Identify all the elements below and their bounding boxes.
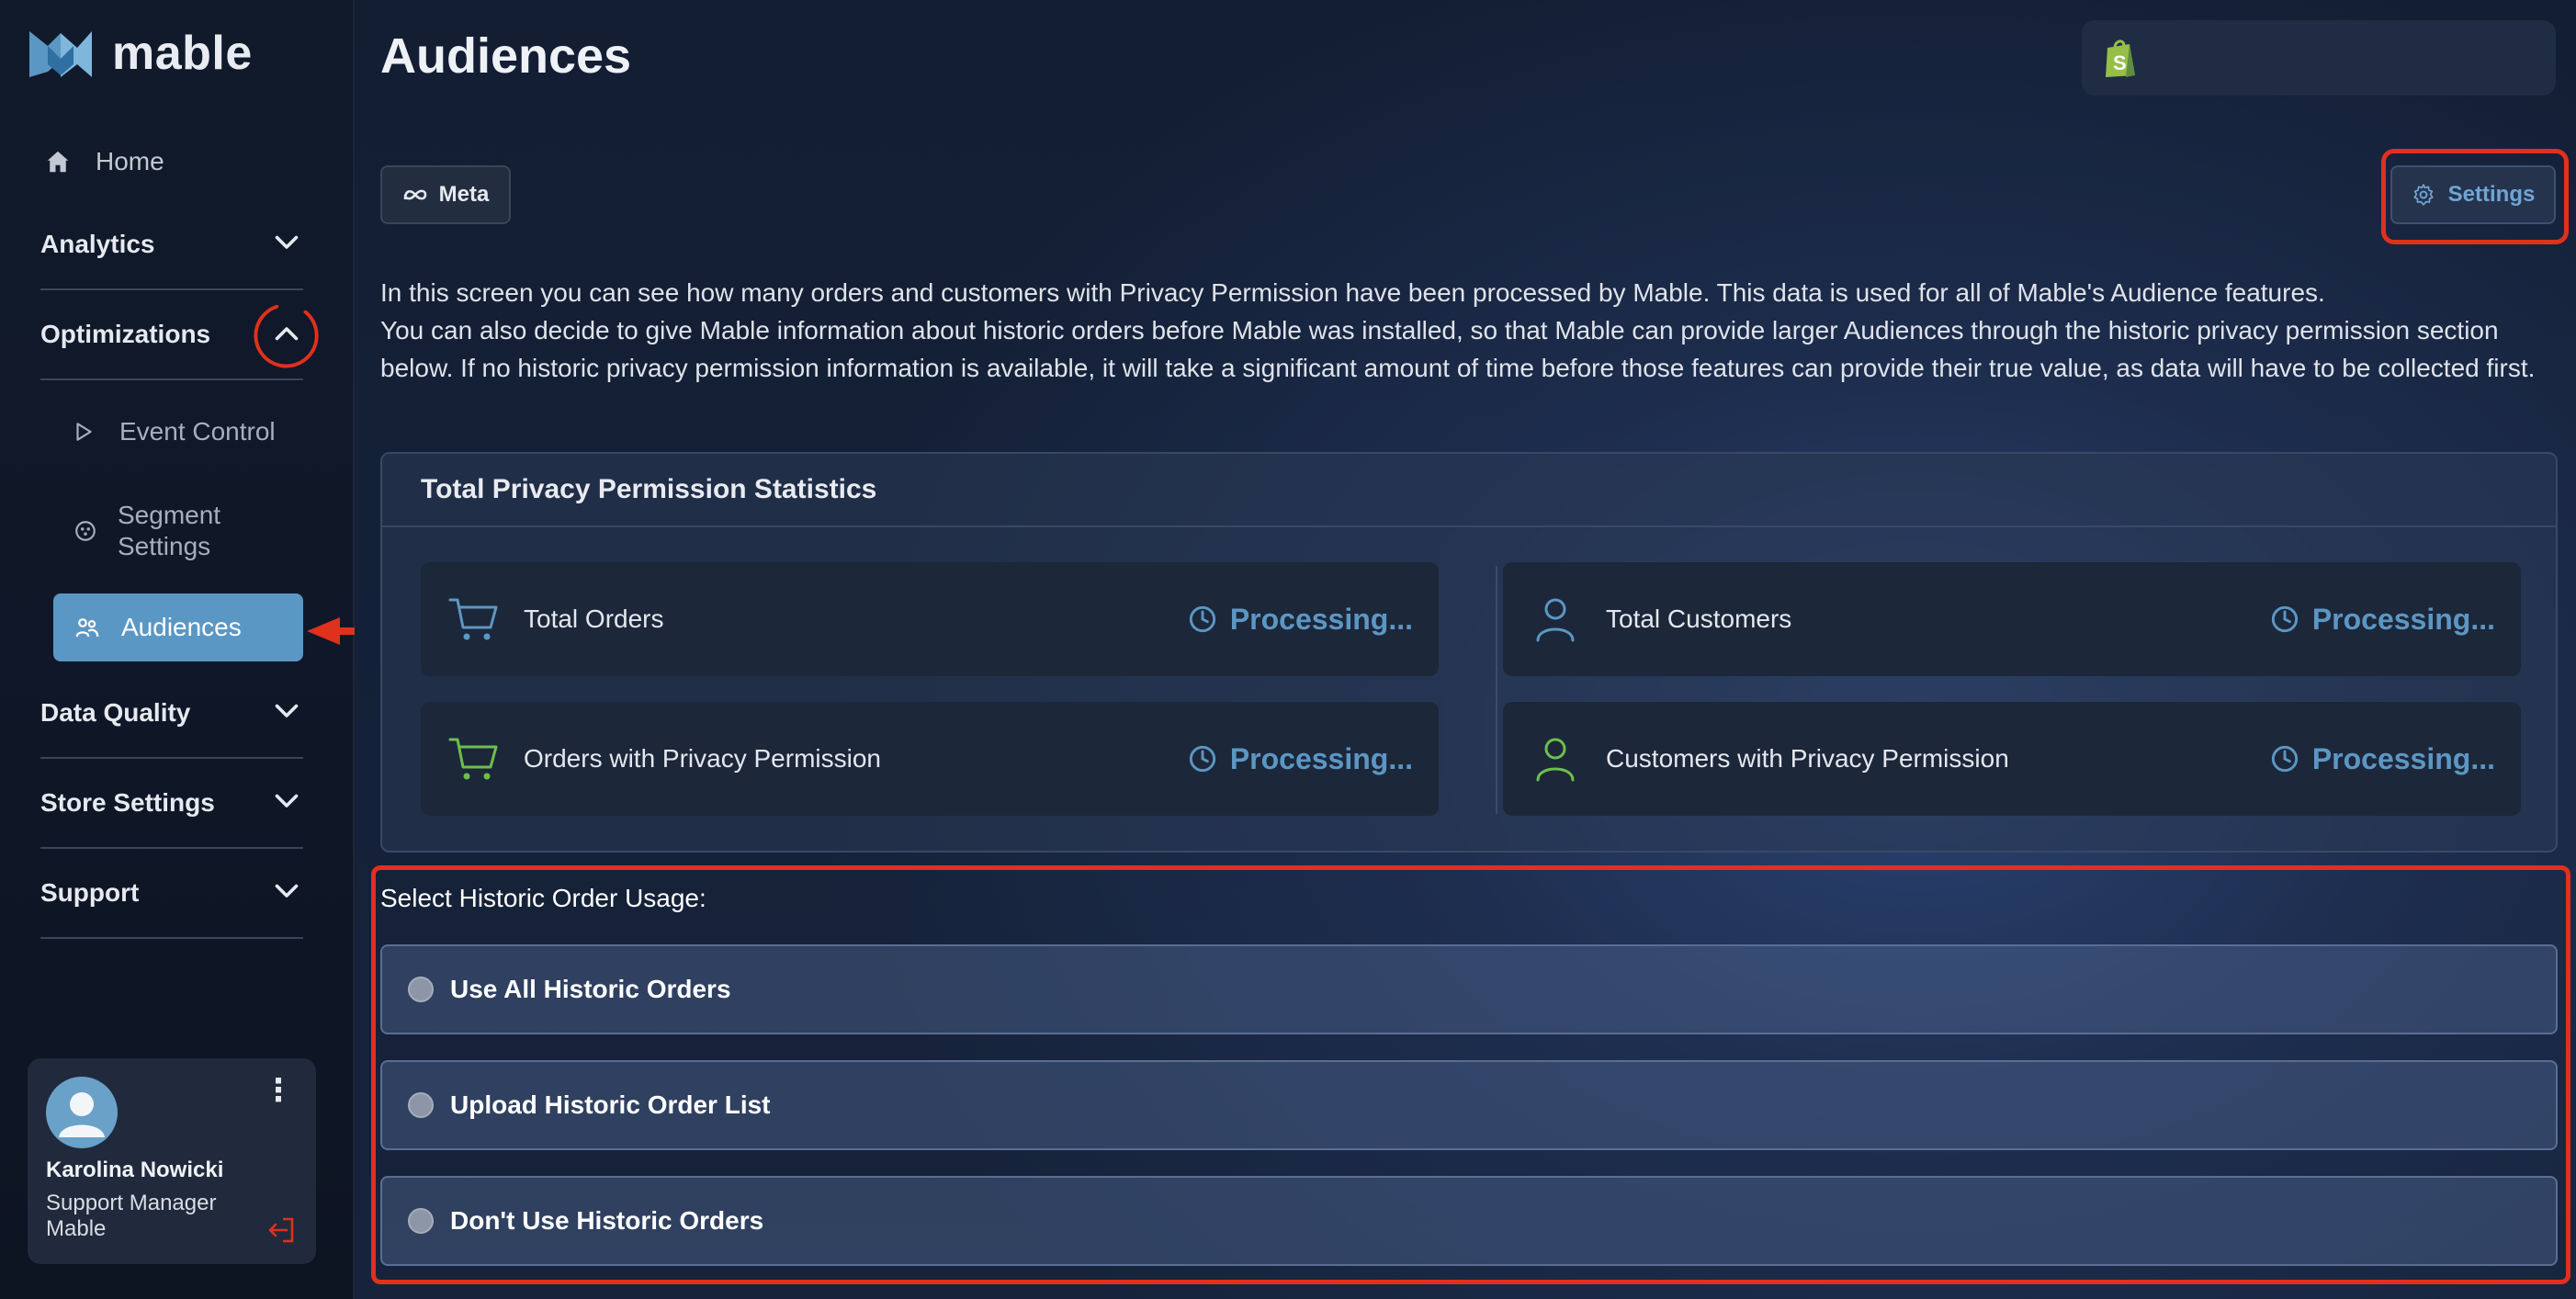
avatar[interactable]	[46, 1077, 118, 1148]
sidebar-section-analytics[interactable]: Analytics	[40, 200, 303, 290]
processing-status-label: Processing...	[2311, 602, 2495, 636]
stat-label: Orders with Privacy Permission	[524, 744, 881, 773]
sidebar-item-home[interactable]: Home	[44, 147, 164, 176]
cart-icon	[448, 738, 498, 780]
clock-icon	[1189, 745, 1215, 773]
mable-logo-icon	[29, 31, 92, 77]
chevron-down-icon	[270, 874, 303, 913]
page-title: Audiences	[380, 28, 632, 84]
sidebar-item-label: Home	[96, 147, 164, 175]
stats-panel-title: Total Privacy Permission Statistics	[382, 454, 2556, 527]
shopify-icon: S	[2106, 40, 2135, 77]
logo[interactable]: mable	[26, 26, 253, 81]
gear-icon	[2413, 184, 2434, 206]
sidebar-item-label: Segment Settings	[118, 501, 221, 560]
user-name: Karolina Nowicki	[46, 1158, 224, 1182]
chevron-up-icon[interactable]	[254, 304, 319, 368]
avatar-user-icon	[59, 1092, 105, 1137]
stat-label: Customers with Privacy Permission	[1606, 744, 2009, 773]
stat-label: Total Orders	[524, 604, 664, 633]
processing-status: Processing...	[1188, 603, 1413, 637]
settings-button-label: Settings	[2447, 182, 2536, 207]
radio-upload-historic-order-list[interactable]: Upload Historic Order List	[380, 1060, 2558, 1150]
sidebar-item-label: Audiences	[121, 613, 242, 641]
user-role-title: Support Manager	[46, 1191, 217, 1215]
stat-card-total-orders: Total Orders Processing...	[421, 562, 1439, 676]
chevron-down-icon	[270, 784, 303, 823]
processing-status: Processing...	[2270, 603, 2495, 637]
sidebar-item-event-control[interactable]: Event Control	[72, 417, 276, 446]
radio-label: Use All Historic Orders	[450, 975, 731, 1003]
more-options-icon[interactable]: ⋮	[263, 1075, 294, 1106]
logo-text: mable	[112, 27, 253, 80]
user-card: ⋮ Karolina Nowicki Support Manager Mable	[28, 1058, 316, 1264]
user-company: Mable	[46, 1216, 107, 1241]
processing-status: Processing...	[1188, 742, 1413, 776]
audiences-icon	[75, 618, 99, 638]
clock-icon	[2271, 745, 2298, 773]
svg-text:S: S	[2113, 51, 2127, 74]
main-content: Audiences S Meta Settings In this screen…	[355, 0, 2576, 1299]
usage-title: Select Historic Order Usage:	[380, 884, 706, 912]
intro-line-1: In this screen you can see how many orde…	[380, 278, 2325, 307]
user-icon	[1536, 738, 1575, 782]
stats-panel: Total Privacy Permission Statistics Tota…	[380, 452, 2558, 853]
processing-status: Processing...	[2270, 742, 2495, 776]
radio-button[interactable]	[408, 1092, 434, 1118]
meta-button[interactable]: Meta	[380, 165, 511, 224]
meta-icon	[403, 189, 426, 200]
radio-button[interactable]	[408, 1208, 434, 1234]
meta-button-label: Meta	[438, 182, 490, 207]
sidebar-section-label: Data Quality	[40, 698, 191, 727]
settings-button[interactable]: Settings	[2390, 165, 2556, 224]
sidebar-item-label: Event Control	[119, 417, 276, 446]
play-icon	[76, 423, 92, 441]
sidebar-section-label: Support	[40, 878, 140, 907]
store-selector[interactable]: S	[2082, 20, 2556, 96]
processing-status-label: Processing...	[2311, 741, 2495, 775]
clock-icon	[1189, 605, 1215, 633]
sidebar-item-audiences[interactable]: Audiences	[53, 593, 303, 661]
radio-label: Don't Use Historic Orders	[450, 1206, 764, 1235]
stat-card-total-customers: Total Customers Processing...	[1503, 562, 2521, 676]
processing-status-label: Processing...	[1229, 602, 1413, 636]
intro-text: In this screen you can see how many orde…	[380, 274, 2567, 387]
logout-icon[interactable]	[266, 1216, 296, 1244]
segment-icon	[75, 521, 96, 541]
sidebar-item-segment-settings[interactable]: Segment Settings	[73, 500, 246, 562]
chevron-down-icon	[270, 694, 303, 733]
sidebar-section-label: Optimizations	[40, 320, 211, 348]
home-icon	[47, 151, 69, 173]
sidebar: mable Home Analytics Optimizations Event…	[0, 0, 408, 1299]
sidebar-section-optimizations[interactable]: Optimizations	[40, 290, 319, 380]
stat-card-orders-privacy: Orders with Privacy Permission Processin…	[421, 702, 1439, 816]
radio-button[interactable]	[408, 977, 434, 1002]
stat-card-customers-privacy: Customers with Privacy Permission Proces…	[1503, 702, 2521, 816]
user-role: Support Manager Mable	[46, 1191, 216, 1242]
radio-dont-use-historic-orders[interactable]: Don't Use Historic Orders	[380, 1176, 2558, 1266]
sidebar-section-data-quality[interactable]: Data Quality	[40, 669, 303, 759]
sidebar-section-support[interactable]: Support	[40, 849, 303, 939]
cart-icon	[448, 598, 498, 640]
chevron-down-icon	[270, 225, 303, 265]
radio-use-all-historic-orders[interactable]: Use All Historic Orders	[380, 944, 2558, 1034]
sidebar-section-label: Store Settings	[40, 788, 215, 817]
processing-status-label: Processing...	[1229, 741, 1413, 775]
intro-line-2: You can also decide to give Mable inform…	[380, 316, 2536, 382]
stats-divider	[1496, 566, 1497, 814]
clock-icon	[2271, 605, 2298, 633]
radio-label: Upload Historic Order List	[450, 1090, 771, 1119]
user-icon	[1536, 598, 1575, 642]
sidebar-section-store-settings[interactable]: Store Settings	[40, 759, 303, 849]
sidebar-section-label: Analytics	[40, 230, 155, 258]
stat-label: Total Customers	[1606, 604, 1792, 633]
